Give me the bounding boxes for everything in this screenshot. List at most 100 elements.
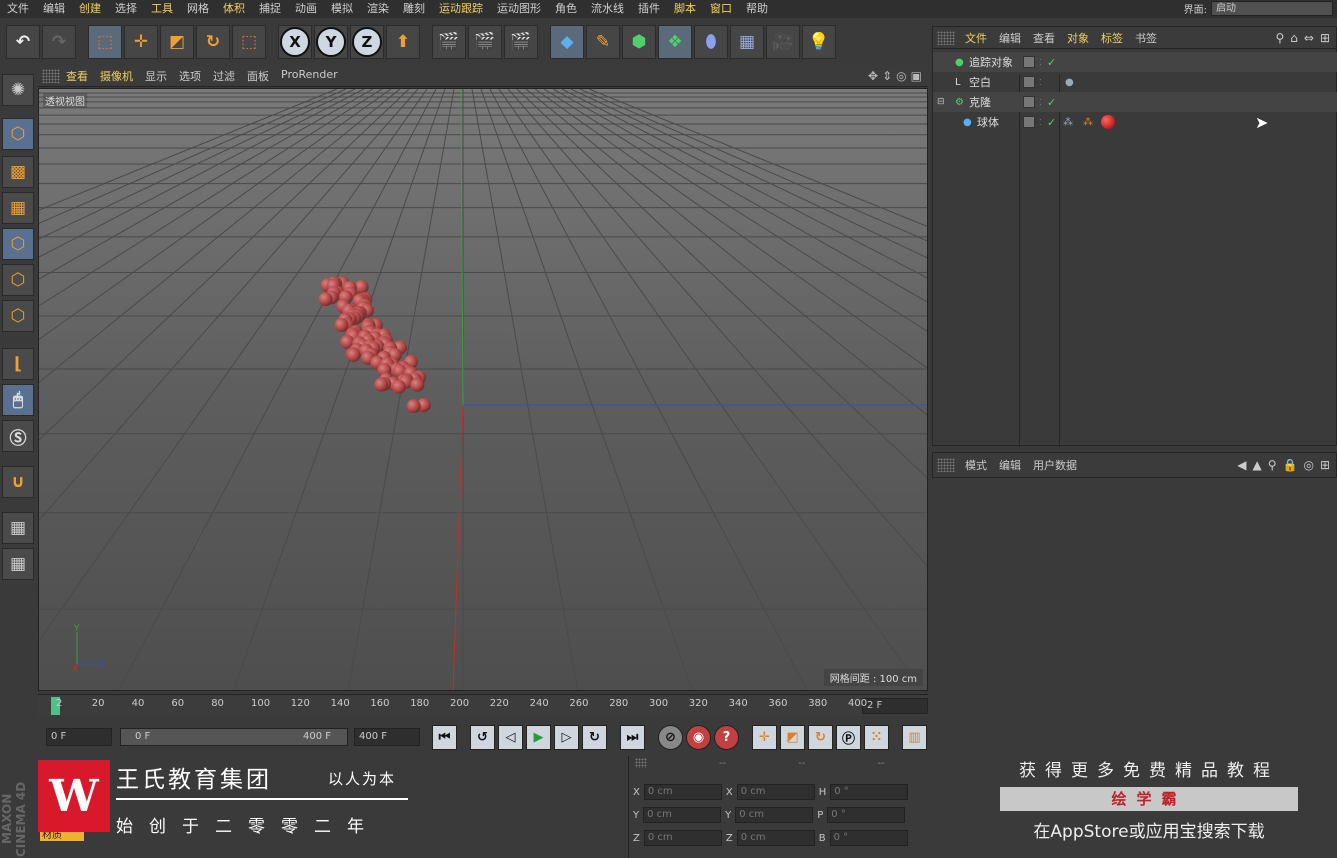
axis-mode-button[interactable]: ⌊ — [2, 348, 34, 380]
x-axis-button[interactable]: X — [278, 25, 312, 59]
object-row[interactable]: ⊟ ⚙ 克隆 ⁚ ✓ — [933, 92, 1337, 112]
om-menu-0[interactable]: 文件 — [959, 30, 993, 46]
layout-select[interactable]: 启动 — [1211, 1, 1333, 16]
object-row[interactable]: ● 球体 ⁚ ✓ ⁂ ⁂ — [933, 112, 1337, 132]
grip-icon[interactable] — [42, 69, 60, 83]
model-mode-button[interactable]: ⬡ — [2, 118, 34, 150]
enabled-check-icon[interactable]: ✓ — [1047, 96, 1056, 109]
position-field[interactable]: 0 cm — [643, 807, 722, 823]
visibility-toggle[interactable] — [1023, 56, 1035, 68]
cloner-tag-icon[interactable]: ⁂ — [1063, 117, 1073, 128]
enabled-check-icon[interactable]: ✓ — [1047, 56, 1056, 69]
record-keys-button[interactable]: ⊘ — [658, 725, 683, 750]
points-mode-button[interactable]: ⬡ — [2, 228, 34, 260]
menu-item-2[interactable]: 创建 — [72, 0, 108, 18]
back-arrow-icon[interactable]: ◀ — [1237, 458, 1246, 472]
up-arrow-icon[interactable]: ▲ — [1252, 458, 1261, 472]
size-field[interactable]: 0 cm — [736, 784, 815, 800]
visibility-toggle[interactable] — [1023, 76, 1035, 88]
end-frame-field[interactable]: 400 F — [354, 728, 420, 746]
menu-item-11[interactable]: 雕刻 — [396, 0, 432, 18]
menu-item-17[interactable]: 脚本 — [667, 0, 703, 18]
y-axis-button[interactable]: Y — [314, 25, 348, 59]
maximize-icon[interactable]: ▣ — [911, 69, 922, 83]
render-settings-button[interactable]: 🎬 — [504, 25, 538, 59]
solo-button[interactable]: Ⓢ — [2, 420, 34, 452]
size-field[interactable]: 0 cm — [736, 830, 815, 846]
menu-item-13[interactable]: 运动图形 — [490, 0, 548, 18]
menu-item-0[interactable]: 文件 — [0, 0, 36, 18]
new-window-icon[interactable]: ⊞ — [1320, 458, 1330, 472]
editor-dot-icon[interactable]: ⁚ — [1039, 98, 1042, 107]
grip-icon[interactable] — [937, 30, 955, 45]
light-button[interactable]: 💡 — [802, 25, 836, 59]
size-field[interactable]: 0 cm — [735, 807, 814, 823]
key-scale-button[interactable]: ◩ — [780, 725, 805, 750]
key-param-button[interactable]: Ⓟ — [836, 725, 861, 750]
scale-tool-button[interactable]: ◩ — [160, 25, 194, 59]
viewport-menu-3[interactable]: 选项 — [173, 68, 207, 84]
next-frame-button[interactable]: ▷ — [554, 725, 579, 750]
rotation-field[interactable]: 0 ° — [829, 830, 908, 846]
coordinate-system-button[interactable]: ⬆ — [386, 25, 420, 59]
start-frame-field[interactable]: 0 F — [46, 728, 112, 746]
keyframe-selection-button[interactable]: ? — [714, 725, 739, 750]
om-menu-2[interactable]: 查看 — [1027, 30, 1061, 46]
next-key-button[interactable]: ↻ — [582, 725, 607, 750]
prev-key-button[interactable]: ↺ — [470, 725, 495, 750]
visibility-toggle[interactable] — [1023, 96, 1035, 108]
pan-icon[interactable]: ✥ — [868, 69, 878, 83]
object-row[interactable]: L 空白 ⁚ ● — [933, 72, 1337, 92]
make-editable-button[interactable]: ✺ — [2, 74, 34, 106]
rotation-field[interactable]: 0 ° — [830, 784, 909, 800]
menu-item-6[interactable]: 体积 — [216, 0, 252, 18]
menu-item-14[interactable]: 角色 — [548, 0, 584, 18]
viewport-menu-4[interactable]: 过滤 — [207, 68, 241, 84]
render-picture-viewer-button[interactable]: 🎬 — [468, 25, 502, 59]
menu-item-8[interactable]: 动画 — [288, 0, 324, 18]
menu-item-16[interactable]: 插件 — [631, 0, 667, 18]
viewport-menu-0[interactable]: 查看 — [60, 68, 94, 84]
play-button[interactable]: ▶ — [526, 725, 551, 750]
key-position-button[interactable]: ✛ — [752, 725, 777, 750]
texture-mode-button[interactable]: ▩ — [2, 156, 34, 188]
search-icon[interactable]: ⚲ — [1268, 458, 1277, 472]
viewport-menu-5[interactable]: 面板 — [241, 68, 275, 84]
pen-spline-button[interactable]: ✎ — [586, 25, 620, 59]
menu-item-19[interactable]: 帮助 — [739, 0, 775, 18]
planar-workplane-button[interactable]: ▦ — [2, 548, 34, 580]
menu-item-15[interactable]: 流水线 — [584, 0, 631, 18]
polygons-mode-button[interactable]: ⬡ — [2, 300, 34, 332]
range-slider[interactable]: 0 F 400 F — [120, 728, 348, 746]
attr-menu-1[interactable]: 编辑 — [993, 457, 1027, 473]
deformer-button[interactable]: ⬮ — [694, 25, 728, 59]
menu-item-3[interactable]: 选择 — [108, 0, 144, 18]
recent-tool-button[interactable]: ⬚ — [232, 25, 266, 59]
menu-item-4[interactable]: 工具 — [144, 0, 180, 18]
dolly-icon[interactable]: ⇕ — [882, 69, 892, 83]
om-menu-5[interactable]: 书签 — [1129, 30, 1163, 46]
snap-button[interactable]: ∪ — [2, 466, 34, 498]
tweak-mode-button[interactable]: 🖱 — [2, 384, 34, 416]
workplane-button[interactable]: ▦ — [2, 192, 34, 224]
rotate-tool-button[interactable]: ↻ — [196, 25, 230, 59]
subdivision-button[interactable]: ⬢ — [622, 25, 656, 59]
render-view-button[interactable]: 🎬 — [432, 25, 466, 59]
material-tag-icon[interactable] — [1101, 115, 1115, 129]
current-frame-field[interactable]: 2 F — [862, 698, 928, 714]
position-field[interactable]: 0 cm — [643, 784, 722, 800]
rotation-field[interactable]: 0 ° — [827, 807, 906, 823]
menu-item-1[interactable]: 编辑 — [36, 0, 72, 18]
tracer-tag-icon[interactable]: ⁂ — [1083, 117, 1093, 128]
autokey-button[interactable]: ◉ — [686, 725, 711, 750]
enabled-check-icon[interactable]: ✓ — [1047, 116, 1056, 129]
om-menu-1[interactable]: 编辑 — [993, 30, 1027, 46]
editor-dot-icon[interactable]: ⁚ — [1039, 58, 1042, 67]
floor-button[interactable]: ▦ — [730, 25, 764, 59]
key-pla-button[interactable]: ⁙ — [864, 725, 889, 750]
om-menu-3[interactable]: 对象 — [1061, 30, 1095, 46]
om-menu-4[interactable]: 标签 — [1095, 30, 1129, 46]
nav-icon[interactable]: ⇔ — [1304, 31, 1314, 45]
camera-button[interactable]: 🎥 — [766, 25, 800, 59]
live-selection-button[interactable]: ⬚ — [88, 25, 122, 59]
